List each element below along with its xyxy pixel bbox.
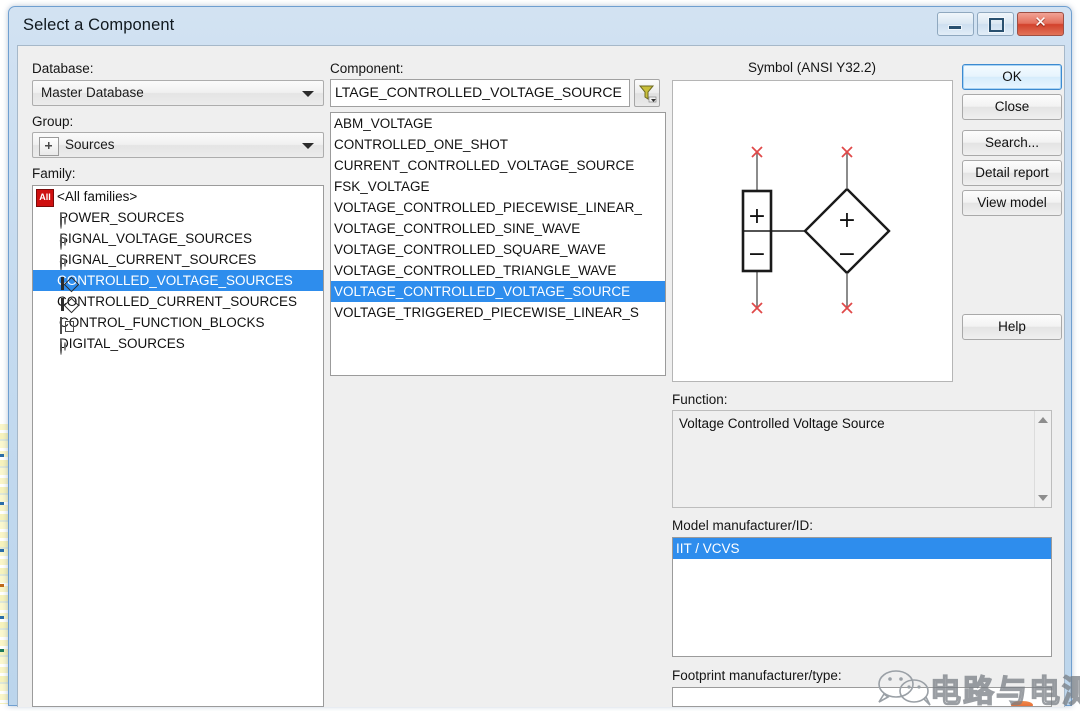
database-label: Database: bbox=[32, 61, 94, 76]
scroll-up-icon[interactable] bbox=[1038, 417, 1048, 423]
window-controls: ✕ bbox=[937, 12, 1064, 36]
sources-group-icon bbox=[39, 137, 59, 156]
component-list-item[interactable]: FSK_VOLTAGE bbox=[331, 176, 665, 197]
control-function-block-icon bbox=[60, 317, 62, 334]
footprint-decoration bbox=[1011, 701, 1033, 706]
power-source-icon bbox=[60, 212, 62, 229]
family-list-item[interactable]: CONTROLLED_VOLTAGE_SOURCES bbox=[33, 270, 323, 293]
maximize-icon bbox=[989, 18, 1004, 32]
svg-text:+: + bbox=[748, 204, 766, 229]
database-combo[interactable]: Master Database bbox=[32, 80, 324, 106]
family-list-item-label: <All families> bbox=[57, 189, 138, 204]
database-combo-value: Master Database bbox=[41, 85, 144, 100]
family-list-item-label: CONTROL_FUNCTION_BLOCKS bbox=[59, 315, 265, 330]
component-label: Component: bbox=[330, 61, 404, 76]
function-label: Function: bbox=[672, 392, 728, 407]
close-window-button[interactable]: ✕ bbox=[1017, 12, 1064, 36]
maximize-button[interactable] bbox=[977, 12, 1014, 36]
group-combo-value: Sources bbox=[65, 137, 115, 152]
family-list-item[interactable]: All <All families> bbox=[33, 186, 323, 207]
family-list-item-label: CONTROLLED_VOLTAGE_SOURCES bbox=[57, 273, 293, 288]
model-manufacturer-listbox[interactable]: IIT / VCVS bbox=[672, 537, 1052, 657]
family-list-item-label: SIGNAL_VOLTAGE_SOURCES bbox=[59, 231, 253, 246]
title-bar[interactable]: Select a Component ✕ bbox=[9, 7, 1071, 47]
family-list-item[interactable]: SIGNAL_CURRENT_SOURCES bbox=[33, 249, 323, 271]
family-listbox[interactable]: All <All families> POWER_SOURCES SIGNAL_VOL… bbox=[32, 185, 324, 707]
svg-text:−: − bbox=[748, 242, 766, 267]
group-label: Group: bbox=[32, 114, 74, 129]
detail-report-button[interactable]: Detail report bbox=[962, 160, 1062, 186]
symbol-title: Symbol (ANSI Y32.2) bbox=[747, 60, 877, 75]
component-filter-button[interactable] bbox=[634, 79, 660, 107]
svg-text:+: + bbox=[838, 208, 856, 233]
ok-button[interactable]: OK bbox=[962, 64, 1062, 90]
model-list-item[interactable]: IIT / VCVS bbox=[673, 538, 1051, 559]
signal-current-source-icon bbox=[60, 254, 62, 271]
family-list-item-label: CONTROLLED_CURRENT_SOURCES bbox=[57, 294, 298, 309]
family-list-item[interactable]: SIGNAL_VOLTAGE_SOURCES bbox=[33, 228, 323, 250]
scroll-down-icon[interactable] bbox=[1038, 495, 1048, 501]
svg-text:−: − bbox=[838, 242, 856, 267]
dialog-window: Select a Component ✕ Database: Master Da… bbox=[8, 6, 1080, 711]
component-list-item[interactable]: VOLTAGE_CONTROLLED_SINE_WAVE bbox=[331, 218, 665, 239]
component-list-item[interactable]: CONTROLLED_ONE_SHOT bbox=[331, 134, 665, 155]
desktop-document-sliver bbox=[0, 424, 8, 704]
minimize-icon bbox=[949, 26, 961, 29]
component-list-item[interactable]: VOLTAGE_CONTROLLED_SQUARE_WAVE bbox=[331, 239, 665, 260]
family-list-item-label: SIGNAL_CURRENT_SOURCES bbox=[59, 252, 257, 267]
minimize-button[interactable] bbox=[937, 12, 974, 36]
chevron-down-icon bbox=[302, 143, 314, 149]
function-text: Voltage Controlled Voltage Source bbox=[679, 416, 885, 431]
all-families-icon: All bbox=[36, 189, 54, 207]
component-list-item[interactable]: ABM_VOLTAGE bbox=[331, 113, 665, 134]
chevron-down-icon bbox=[302, 91, 314, 97]
filter-icon bbox=[638, 85, 657, 103]
function-scrollbar[interactable] bbox=[1034, 411, 1051, 507]
component-listbox[interactable]: ABM_VOLTAGE CONTROLLED_ONE_SHOT CURRENT_CO… bbox=[330, 112, 666, 376]
footprint-manufacturer-listbox[interactable] bbox=[672, 687, 1052, 707]
family-label: Family: bbox=[32, 166, 76, 181]
digital-source-icon bbox=[60, 338, 62, 355]
component-input-value: LTAGE_CONTROLLED_VOLTAGE_SOURCE bbox=[335, 84, 622, 100]
symbol-preview: + − + − bbox=[672, 80, 953, 382]
component-input[interactable]: LTAGE_CONTROLLED_VOLTAGE_SOURCE bbox=[330, 79, 630, 107]
dialog-client-area: Database: Master Database Group: Sources… bbox=[17, 45, 1080, 711]
family-list-item[interactable]: CONTROL_FUNCTION_BLOCKS bbox=[33, 312, 323, 334]
help-button[interactable]: Help bbox=[962, 314, 1062, 340]
close-button[interactable]: Close bbox=[962, 94, 1062, 120]
model-manufacturer-label: Model manufacturer/ID: bbox=[672, 518, 814, 533]
component-list-item[interactable]: VOLTAGE_TRIGGERED_PIECEWISE_LINEAR_S bbox=[331, 302, 665, 323]
component-list-item[interactable]: VOLTAGE_CONTROLLED_VOLTAGE_SOURCE bbox=[331, 281, 665, 302]
component-list-item[interactable]: VOLTAGE_CONTROLLED_PIECEWISE_LINEAR_ bbox=[331, 197, 665, 218]
voltage-controlled-voltage-source-symbol: + − + − bbox=[741, 146, 891, 314]
family-list-item[interactable]: CONTROLLED_CURRENT_SOURCES bbox=[33, 291, 323, 314]
window-title: Select a Component bbox=[23, 16, 175, 34]
close-icon: ✕ bbox=[1034, 14, 1047, 31]
component-list-item[interactable]: VOLTAGE_CONTROLLED_TRIANGLE_WAVE bbox=[331, 260, 665, 281]
family-list-item-label: POWER_SOURCES bbox=[59, 210, 185, 225]
footprint-manufacturer-label: Footprint manufacturer/type: bbox=[672, 668, 842, 683]
component-list-item[interactable]: CURRENT_CONTROLLED_VOLTAGE_SOURCE bbox=[331, 155, 665, 176]
search-button[interactable]: Search... bbox=[962, 130, 1062, 156]
family-list-item[interactable]: POWER_SOURCES bbox=[33, 207, 323, 229]
family-list-item[interactable]: DIGITAL_SOURCES bbox=[33, 333, 323, 355]
view-model-button[interactable]: View model bbox=[962, 190, 1062, 216]
signal-voltage-source-icon bbox=[60, 233, 62, 250]
family-list-item-label: DIGITAL_SOURCES bbox=[59, 336, 185, 351]
group-combo[interactable]: Sources bbox=[32, 132, 324, 158]
function-textbox[interactable]: Voltage Controlled Voltage Source bbox=[672, 410, 1052, 508]
